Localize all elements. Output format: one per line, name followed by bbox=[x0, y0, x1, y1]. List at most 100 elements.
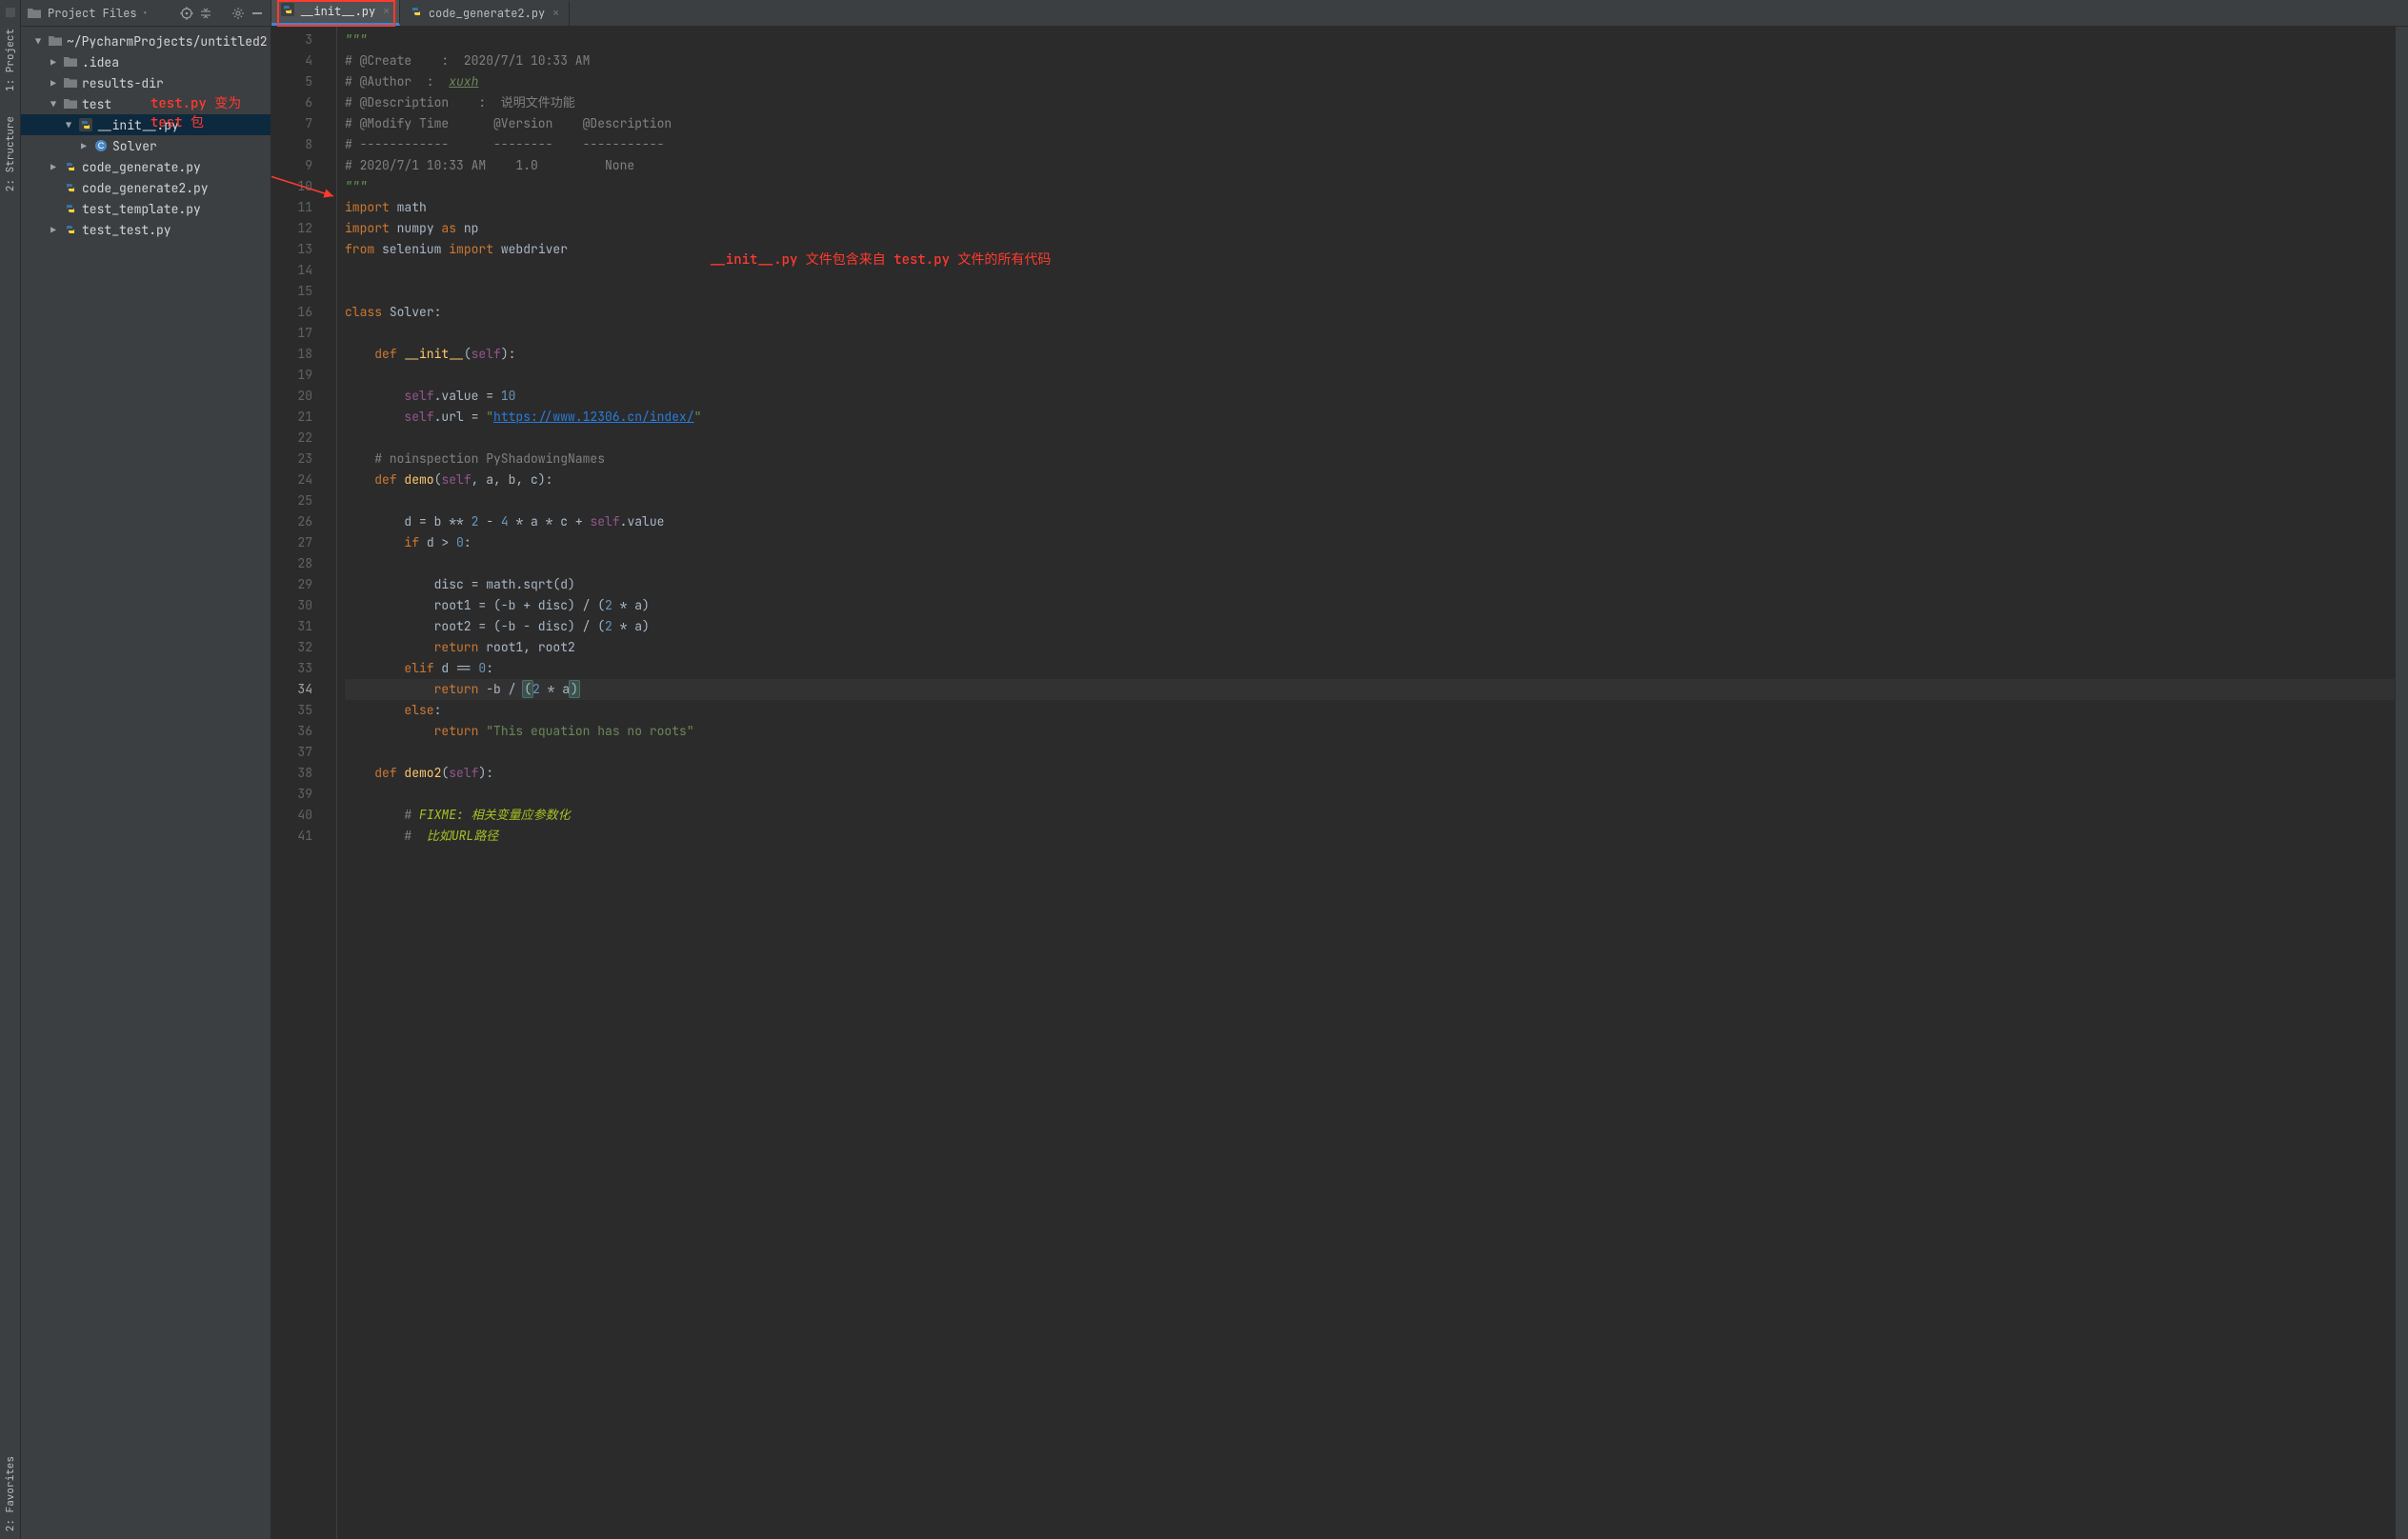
locate-icon[interactable] bbox=[179, 6, 194, 21]
folder-icon bbox=[63, 54, 78, 70]
tree-expand-arrow-icon[interactable]: ▼ bbox=[32, 35, 44, 48]
line-number-gutter: 3456789101112131415161718192021222324252… bbox=[271, 27, 324, 1539]
line-number: 40 bbox=[271, 805, 312, 826]
app-root: 1: Project 2: Structure 2: Favorites Pro… bbox=[0, 0, 2408, 1539]
code-line: def demo2(self): bbox=[345, 763, 2395, 784]
line-number: 20 bbox=[271, 386, 312, 407]
code-line: # @Description : 说明文件功能 bbox=[345, 92, 2395, 113]
code-line bbox=[345, 742, 2395, 763]
close-icon[interactable]: ✕ bbox=[552, 7, 559, 20]
tree-expand-arrow-icon[interactable]: ▼ bbox=[48, 98, 59, 110]
tool-window-square-icon[interactable] bbox=[6, 8, 15, 17]
code-line bbox=[345, 784, 2395, 805]
code-line: # ------------ -------- ----------- bbox=[345, 134, 2395, 155]
python-file-icon bbox=[78, 117, 93, 132]
tree-file[interactable]: test_template.py bbox=[21, 198, 271, 219]
code-line: # @Create : 2020/7/1 10:33 AM bbox=[345, 50, 2395, 71]
code-line: return "This equation has no roots" bbox=[345, 721, 2395, 742]
line-number: 13 bbox=[271, 239, 312, 260]
line-number: 23 bbox=[271, 449, 312, 470]
tree-expand-arrow-icon[interactable]: ▶ bbox=[48, 161, 59, 173]
hide-icon[interactable] bbox=[250, 6, 265, 21]
tree-item-label: .idea bbox=[82, 54, 119, 70]
line-number: 22 bbox=[271, 428, 312, 449]
line-number: 5 bbox=[271, 71, 312, 92]
tree-file[interactable]: ▶test_test.py bbox=[21, 219, 271, 240]
code-line: disc = math.sqrt(d) bbox=[345, 574, 2395, 595]
code-line: else: bbox=[345, 700, 2395, 721]
code-line: d = b ** 2 - 4 * a * c + self.value bbox=[345, 511, 2395, 532]
svg-text:C: C bbox=[98, 141, 105, 150]
code-line: self.url = "https://www.12306.cn/index/" bbox=[345, 407, 2395, 428]
project-panel: Project Files ▾ ▼ ~/PycharmProjects/untit… bbox=[21, 0, 271, 1539]
close-icon[interactable]: ✕ bbox=[383, 5, 390, 18]
line-number: 38 bbox=[271, 763, 312, 784]
fold-gutter bbox=[324, 27, 337, 1539]
line-number: 3 bbox=[271, 30, 312, 50]
tree-item-label: code_generate.py bbox=[82, 159, 201, 175]
line-number: 11 bbox=[271, 197, 312, 218]
line-number: 21 bbox=[271, 407, 312, 428]
code-line bbox=[345, 281, 2395, 302]
tree-file[interactable]: ▶CSolver bbox=[21, 135, 271, 156]
tree-item-label: results-dir bbox=[82, 75, 164, 91]
line-number: 28 bbox=[271, 553, 312, 574]
python-file-icon bbox=[281, 3, 294, 20]
tree-file[interactable]: ▶ code_generate.py bbox=[21, 156, 271, 177]
tree-expand-arrow-icon[interactable]: ▶ bbox=[78, 140, 90, 152]
tool-tab-favorites[interactable]: 2: Favorites bbox=[2, 1449, 19, 1539]
code-line bbox=[345, 365, 2395, 386]
tree-file[interactable]: code_generate2.py bbox=[21, 177, 271, 198]
tree-item-label: ~/PycharmProjects/untitled2 bbox=[67, 33, 268, 50]
tool-tab-project[interactable]: 1: Project bbox=[2, 21, 19, 99]
dropdown-icon: ▾ bbox=[143, 8, 148, 19]
code-line: def __init__(self): bbox=[345, 344, 2395, 365]
tree-expand-arrow-icon[interactable]: ▶ bbox=[48, 77, 59, 90]
code-line: elif d == 0: bbox=[345, 658, 2395, 679]
code-line: # 2020/7/1 10:33 AM 1.0 None bbox=[345, 155, 2395, 176]
folder-icon bbox=[27, 6, 42, 21]
tree-file[interactable]: ▼__init__.py bbox=[21, 114, 271, 135]
line-number: 12 bbox=[271, 218, 312, 239]
line-number: 17 bbox=[271, 323, 312, 344]
editor-tab-bar: __init__.py✕code_generate2.py✕ bbox=[271, 0, 2408, 27]
code-area[interactable]: """# @Create : 2020/7/1 10:33 AM# @Autho… bbox=[337, 27, 2395, 1539]
code-line: return -b / (2 * a) bbox=[345, 679, 2395, 700]
folder-icon bbox=[48, 33, 63, 49]
code-line bbox=[345, 553, 2395, 574]
tree-folder[interactable]: ▼ test bbox=[21, 93, 271, 114]
line-number: 9 bbox=[271, 155, 312, 176]
editor-tab[interactable]: code_generate2.py✕ bbox=[400, 1, 570, 26]
editor-tab[interactable]: __init__.py✕ bbox=[271, 0, 400, 26]
code-line bbox=[345, 490, 2395, 511]
tree-item-label: test_template.py bbox=[82, 201, 201, 217]
tree-expand-arrow-icon[interactable]: ▶ bbox=[48, 56, 59, 69]
code-line: root1 = (-b + disc) / (2 * a) bbox=[345, 595, 2395, 616]
line-number: 34 bbox=[271, 679, 312, 700]
line-number: 33 bbox=[271, 658, 312, 679]
code-line: # @Modify Time @Version @Description bbox=[345, 113, 2395, 134]
tree-expand-arrow-icon[interactable]: ▶ bbox=[48, 224, 59, 236]
tree-expand-arrow-icon[interactable]: ▼ bbox=[63, 119, 74, 131]
line-number: 14 bbox=[271, 260, 312, 281]
tool-tab-structure[interactable]: 2: Structure bbox=[2, 109, 19, 199]
code-line: self.value = 10 bbox=[345, 386, 2395, 407]
line-number: 39 bbox=[271, 784, 312, 805]
project-tree[interactable]: ▼ ~/PycharmProjects/untitled2 ▶ .idea ▶ resul… bbox=[21, 27, 271, 244]
gear-icon[interactable] bbox=[231, 6, 246, 21]
code-line: def demo(self, a, b, c): bbox=[345, 470, 2395, 490]
line-number: 15 bbox=[271, 281, 312, 302]
code-line: # @Author : xuxh bbox=[345, 71, 2395, 92]
code-line: # noinspection PyShadowingNames bbox=[345, 449, 2395, 470]
tree-folder[interactable]: ▶ results-dir bbox=[21, 72, 271, 93]
collapse-all-icon[interactable] bbox=[198, 6, 213, 21]
code-line: return root1, root2 bbox=[345, 637, 2395, 658]
project-panel-title[interactable]: Project Files ▾ bbox=[27, 6, 175, 21]
tree-folder[interactable]: ▶ .idea bbox=[21, 51, 271, 72]
code-line: if d > 0: bbox=[345, 532, 2395, 553]
tree-item-label: test bbox=[82, 96, 111, 112]
line-number: 4 bbox=[271, 50, 312, 71]
tree-folder[interactable]: ▼ ~/PycharmProjects/untitled2 bbox=[21, 30, 271, 51]
line-number: 35 bbox=[271, 700, 312, 721]
tree-item-label: code_generate2.py bbox=[82, 180, 209, 196]
